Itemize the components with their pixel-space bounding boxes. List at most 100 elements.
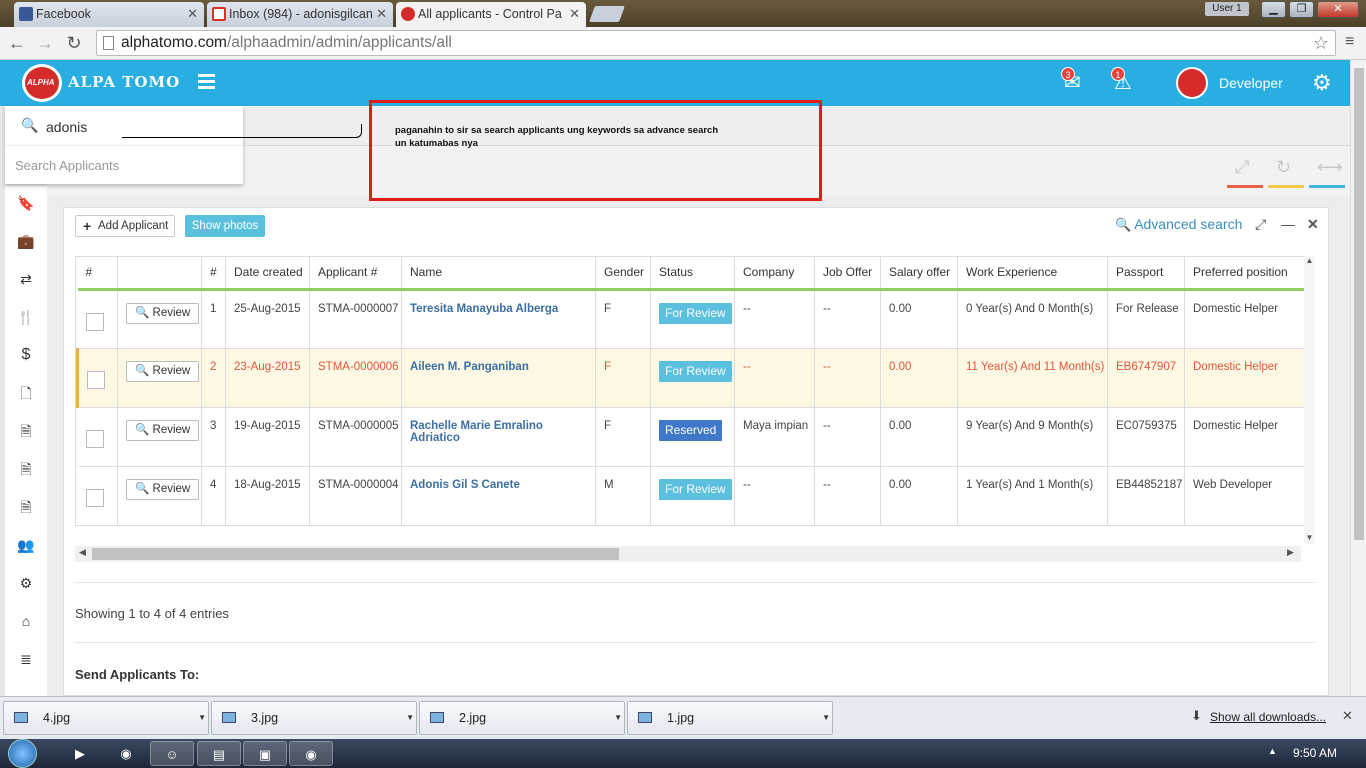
search-applicants-field[interactable]: Search Applicants	[15, 158, 125, 173]
scroll-right-arrow[interactable]: ▶	[1287, 547, 1294, 558]
chrome-icon[interactable]: ◉	[104, 741, 148, 766]
sidebar-utensils-icon[interactable]: 🍴	[5, 305, 47, 329]
sidebar-home-icon[interactable]: ⌂	[5, 609, 47, 633]
column-header[interactable]: Date created	[225, 257, 310, 291]
user-name[interactable]: Developer	[1219, 75, 1283, 91]
applicant-name-link[interactable]: Rachelle Marie Emralino Adriatico	[401, 407, 596, 467]
show-all-downloads-link[interactable]: Show all downloads...	[1210, 710, 1326, 724]
download-item[interactable]: 3.jpg ▼	[211, 701, 417, 735]
sidebar-cogs-icon[interactable]: ⚙	[5, 571, 47, 595]
sidebar-file-icon[interactable]: 🗋	[5, 381, 47, 405]
column-header[interactable]: #	[201, 257, 226, 291]
applicant-name-link[interactable]: Aileen M. Panganiban	[401, 348, 596, 408]
review-button[interactable]: 🔍 Review	[126, 478, 200, 500]
refresh-icon[interactable]: ↻	[1276, 157, 1291, 178]
profile-user-button[interactable]: User 1	[1205, 2, 1249, 16]
messenger-icon[interactable]: ☺	[150, 741, 194, 766]
column-header[interactable]: Preferred position	[1184, 257, 1314, 291]
close-tab-icon[interactable]: ✕	[187, 2, 198, 26]
messages-icon[interactable]: ✉ 3	[1061, 67, 1092, 96]
maximize-button[interactable]: ❐	[1289, 1, 1314, 18]
address-bar[interactable]: alphatomo.com/alphaadmin/admin/applicant…	[96, 30, 1336, 56]
close-tab-icon[interactable]: ✕	[569, 2, 580, 26]
horizontal-scroll-thumb[interactable]	[92, 548, 619, 560]
dropdown-arrow-icon[interactable]: ▼	[822, 702, 830, 734]
column-header[interactable]: Status	[650, 257, 735, 291]
column-header[interactable]: Job Offer	[814, 257, 881, 291]
alerts-icon[interactable]: ⚠ 1	[1111, 67, 1142, 96]
browser-tab-gmail[interactable]: Inbox (984) - adonisgilcan ✕	[207, 2, 393, 27]
expand-horizontal-icon[interactable]: ⟷	[1317, 157, 1343, 178]
tray-arrow-icon[interactable]: ▲	[1268, 746, 1277, 756]
advanced-search-link[interactable]: 🔍 Advanced search	[1115, 216, 1242, 233]
fullscreen-icon[interactable]: ⤢	[1235, 157, 1249, 178]
row-checkbox[interactable]	[85, 312, 104, 331]
column-header[interactable]: Applicant #	[309, 257, 402, 291]
column-header[interactable]: Salary offer	[880, 257, 958, 291]
expand-icon[interactable]: ⤢	[1255, 216, 1266, 233]
start-button[interactable]	[8, 739, 37, 768]
dropdown-arrow-icon[interactable]: ▼	[614, 702, 622, 734]
applicant-name-link[interactable]: Teresita Manayuba Alberga	[401, 289, 596, 349]
row-checkbox[interactable]	[85, 429, 104, 448]
page-scroll-thumb[interactable]	[1354, 68, 1364, 540]
reload-icon[interactable]: ↻	[63, 32, 85, 54]
collapse-icon[interactable]: —	[1281, 216, 1295, 232]
sidebar-translate-icon[interactable]: ⇄	[5, 267, 47, 291]
table-vertical-scrollbar[interactable]: ▲ ▼	[1304, 256, 1315, 544]
sidebar-users-icon[interactable]: 👥	[5, 533, 47, 557]
user-avatar[interactable]	[1176, 67, 1208, 99]
download-item[interactable]: 4.jpg ▼	[3, 701, 209, 735]
review-button[interactable]: 🔍 Review	[126, 302, 200, 324]
sidebar-toggle-icon[interactable]	[198, 74, 215, 89]
sidebar-document-icon-3[interactable]: 🗎	[5, 495, 47, 519]
close-downloads-icon[interactable]: ✕	[1342, 708, 1353, 724]
scroll-up-arrow[interactable]: ▲	[1304, 256, 1315, 265]
download-item[interactable]: 2.jpg ▼	[419, 701, 625, 735]
browser-tab-applicants[interactable]: All applicants - Control Pa ✕	[396, 2, 586, 27]
brand-logo[interactable]	[22, 64, 62, 102]
column-header[interactable]: #	[77, 257, 118, 291]
window-close-button[interactable]: ✕	[1317, 1, 1359, 18]
scroll-left-arrow[interactable]: ◀	[79, 547, 86, 558]
new-tab-button[interactable]	[589, 6, 625, 22]
sidebar-briefcase-icon[interactable]: 💼	[5, 229, 47, 253]
page-scrollbar[interactable]	[1350, 60, 1366, 696]
chrome-menu-icon[interactable]: ≡	[1345, 33, 1359, 51]
review-button[interactable]: 🔍 Review	[126, 419, 200, 441]
minimize-button[interactable]: ▁	[1261, 1, 1286, 18]
column-header[interactable]: Gender	[595, 257, 651, 291]
bookmark-star-icon[interactable]: ☆	[1313, 31, 1329, 55]
app-window-icon[interactable]: ▣	[243, 741, 287, 766]
sidebar-document-icon[interactable]: 🗎	[5, 419, 47, 443]
folder-icon[interactable]: ▤	[197, 741, 241, 766]
dropdown-arrow-icon[interactable]: ▼	[198, 702, 206, 734]
media-player-icon[interactable]: ▶	[58, 741, 102, 766]
sidebar-bookmark-icon[interactable]: 🔖	[5, 191, 47, 215]
sidebar-document-icon-2[interactable]: 🗎	[5, 457, 47, 481]
row-checkbox[interactable]	[87, 370, 105, 389]
forward-arrow-icon[interactable]: →	[34, 32, 56, 54]
row-checkbox[interactable]	[85, 488, 104, 507]
settings-gear-icon[interactable]: ⚙	[1312, 70, 1332, 96]
brand-name[interactable]: ALPA TOMO	[68, 73, 180, 91]
applicant-name-link[interactable]: Adonis Gil S Canete	[401, 466, 596, 525]
close-icon[interactable]: ✕	[1307, 216, 1319, 233]
browser-tab-facebook[interactable]: Facebook ✕	[14, 2, 204, 27]
column-header[interactable]: Name	[401, 257, 596, 291]
sidebar-list-icon[interactable]: ≣	[5, 647, 47, 671]
dropdown-arrow-icon[interactable]: ▼	[406, 702, 414, 734]
add-applicant-button[interactable]: + Add Applicant	[75, 215, 175, 237]
column-header[interactable]: Passport	[1107, 257, 1185, 291]
chrome-active-icon[interactable]: ◉	[289, 741, 333, 766]
show-photos-button[interactable]: Show photos	[185, 215, 265, 237]
scroll-down-arrow[interactable]: ▼	[1304, 533, 1315, 542]
back-arrow-icon[interactable]: ←	[6, 32, 28, 54]
download-item[interactable]: 1.jpg ▼	[627, 701, 833, 735]
column-header[interactable]: Company	[734, 257, 815, 291]
clock[interactable]: 9:50 AM	[1293, 746, 1337, 760]
table-horizontal-scrollbar[interactable]: ◀ ▶	[75, 546, 1301, 562]
column-header[interactable]: Work Experience	[957, 257, 1108, 291]
sidebar-dollar-icon[interactable]: $	[5, 343, 47, 367]
review-button[interactable]: 🔍 Review	[126, 360, 200, 382]
